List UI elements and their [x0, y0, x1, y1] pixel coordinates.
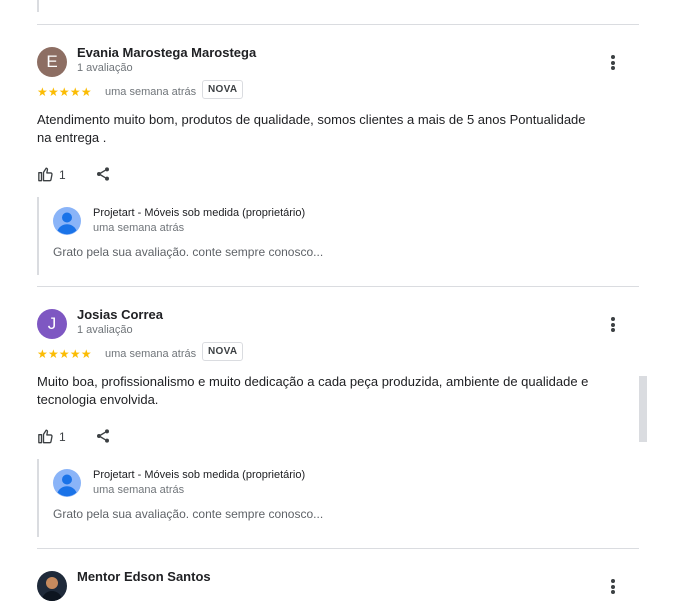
owner-reply: Projetart - Móveis sob medida (proprietá… [37, 197, 599, 275]
like-button[interactable]: 1 [37, 427, 67, 447]
avatar[interactable] [37, 571, 67, 601]
reviews-feed: E Evania Marostega Marostega 1 avaliação… [37, 0, 639, 601]
reviewer-name[interactable]: Josias Correa [77, 307, 163, 322]
share-icon [97, 167, 109, 181]
previous-reply-border [37, 0, 39, 12]
thumb-up-icon [38, 429, 53, 444]
review-time: uma semana atrás [105, 348, 197, 360]
more-vert-icon[interactable] [606, 317, 620, 335]
share-button[interactable] [95, 166, 111, 187]
reviewer-review-count: 1 avaliação [77, 324, 133, 336]
like-count: 1 [59, 168, 66, 182]
more-vert-icon[interactable] [606, 579, 620, 597]
reviewer-name[interactable]: Evania Marostega Marostega [77, 45, 256, 60]
share-icon [97, 429, 109, 443]
thumb-up-icon [38, 167, 53, 182]
reply-time: uma semana atrás [93, 222, 185, 234]
scrollbar-thumb[interactable] [639, 376, 647, 442]
reply-time: uma semana atrás [93, 484, 185, 496]
review-text: Muito boa, profissionalismo e muito dedi… [37, 374, 589, 407]
star-rating: ★★★★★ [37, 85, 92, 99]
more-vert-icon[interactable] [606, 55, 620, 73]
owner-avatar [53, 469, 81, 497]
owner-name: Projetart - Móveis sob medida (proprietá… [93, 469, 306, 481]
reviewer-review-count: 1 avaliação [77, 62, 133, 74]
new-badge: NOVA [202, 342, 244, 361]
owner-avatar [53, 207, 81, 235]
owner-name: Projetart - Móveis sob medida (proprietá… [93, 207, 306, 219]
reviewer-name[interactable]: Mentor Edson Santos [77, 569, 211, 584]
review-divider [37, 24, 639, 25]
like-button[interactable]: 1 [37, 165, 67, 185]
new-badge: NOVA [202, 80, 244, 99]
owner-reply: Projetart - Móveis sob medida (proprietá… [37, 459, 599, 537]
review-divider [37, 548, 639, 549]
reply-text: Grato pela sua avaliação. conte sempre c… [53, 245, 324, 259]
share-button[interactable] [95, 428, 111, 449]
reply-text: Grato pela sua avaliação. conte sempre c… [53, 507, 324, 521]
review-divider [37, 286, 639, 287]
avatar[interactable]: J [37, 309, 67, 339]
review-time: uma semana atrás [105, 86, 197, 98]
review-text: Atendimento muito bom, produtos de quali… [37, 112, 586, 145]
star-rating: ★★★★★ [37, 347, 92, 361]
avatar[interactable]: E [37, 47, 67, 77]
like-count: 1 [59, 430, 66, 444]
